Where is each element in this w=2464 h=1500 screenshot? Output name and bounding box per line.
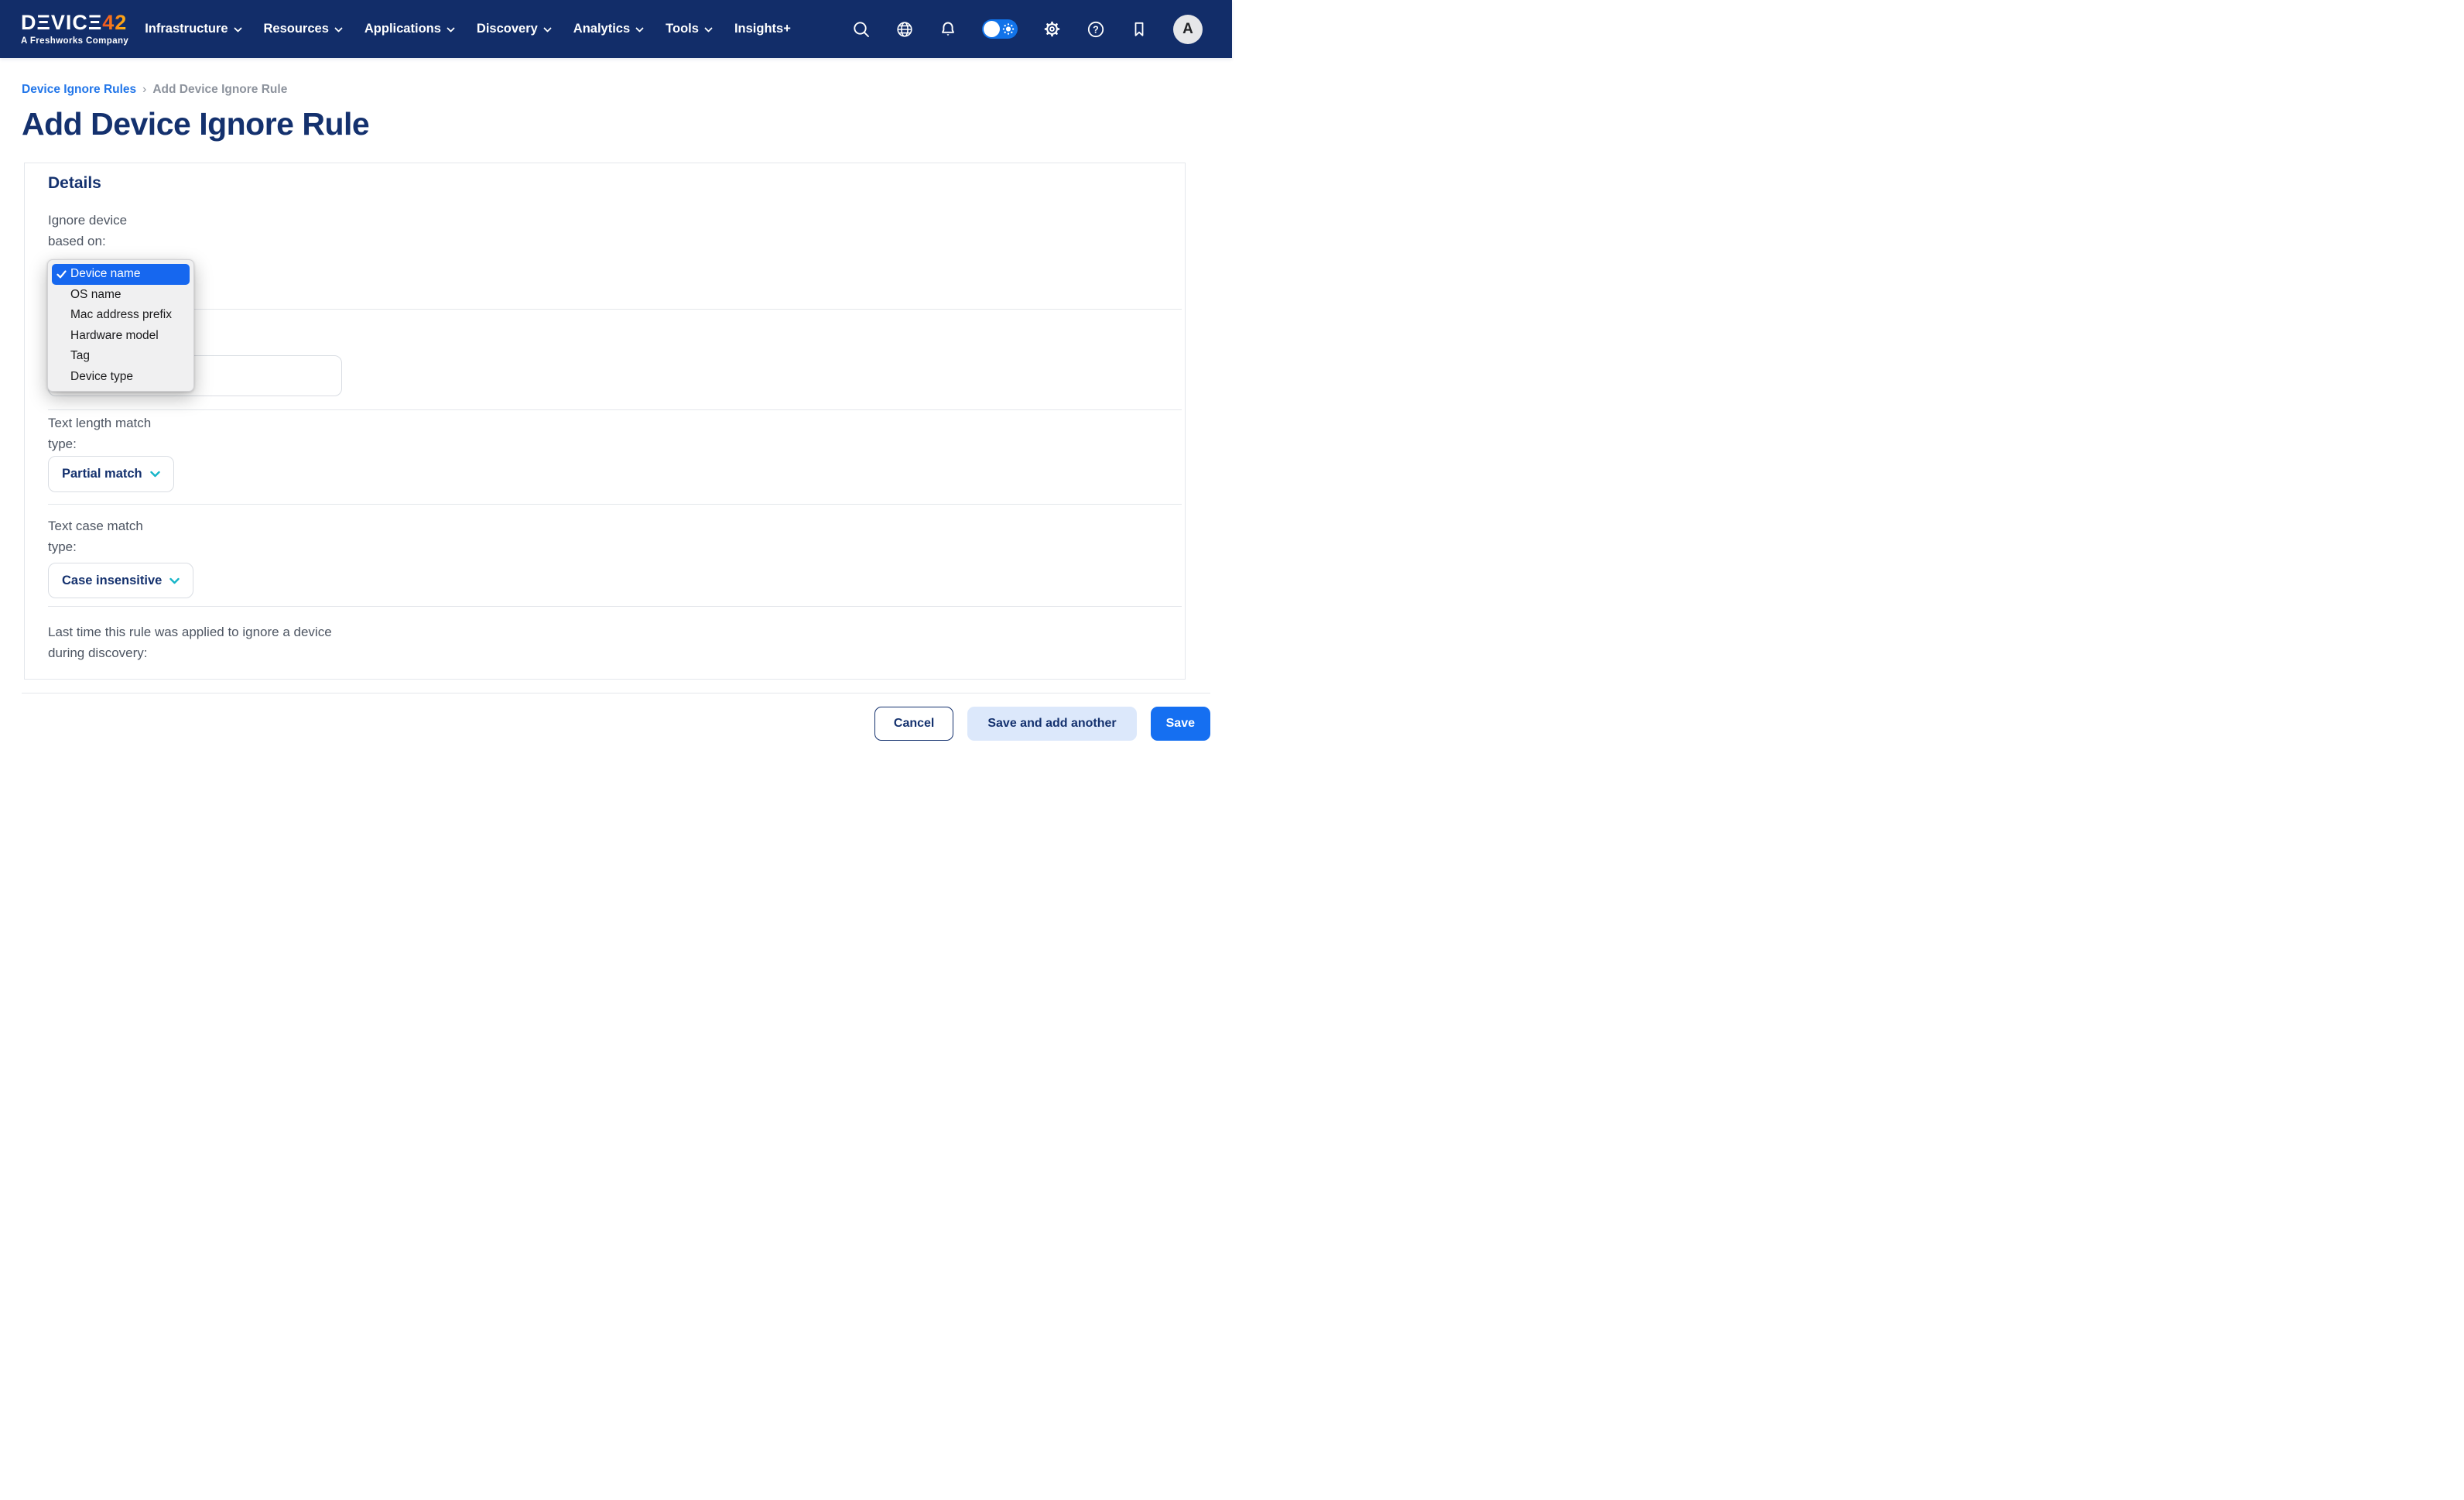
ignore-device-based-on-label: Ignore device based on: [48, 210, 127, 252]
search-icon[interactable] [852, 20, 871, 39]
logo-subtitle: A Freshworks Company [21, 37, 128, 46]
avatar[interactable]: A [1173, 15, 1203, 44]
breadcrumb-separator: › [142, 83, 146, 97]
section-title: Details [48, 174, 101, 193]
footer-actions: Cancel Save and add another Save [874, 707, 1210, 741]
bookmark-icon[interactable] [1130, 20, 1148, 39]
nav-item-resources[interactable]: Resources [264, 22, 343, 36]
nav-item-tools[interactable]: Tools [666, 22, 713, 36]
page-title: Add Device Ignore Rule [22, 106, 1210, 142]
dropdown-option-os-name[interactable]: OS name [52, 285, 190, 306]
breadcrumb-current: Add Device Ignore Rule [152, 83, 287, 97]
main-nav: Infrastructure Resources Applications Di… [145, 22, 791, 36]
chevron-down-icon [543, 27, 552, 33]
save-button[interactable]: Save [1151, 707, 1210, 741]
nav-item-analytics[interactable]: Analytics [573, 22, 644, 36]
dropdown-option-hardware-model[interactable]: Hardware model [52, 326, 190, 347]
text-case-match-type-label: Text case match type: [48, 515, 143, 557]
dropdown-option-mac-address-prefix[interactable]: Mac address prefix [52, 305, 190, 326]
svg-text:?: ? [1093, 24, 1099, 35]
notifications-bell-icon[interactable] [939, 20, 957, 39]
text-length-match-type-label: Text length match type: [48, 413, 151, 454]
save-and-add-another-button[interactable]: Save and add another [967, 707, 1136, 741]
chevron-down-icon [169, 577, 180, 584]
globe-icon[interactable] [895, 20, 914, 39]
row-divider [48, 504, 1182, 505]
dropdown-option-device-type[interactable]: Device type [52, 367, 190, 388]
chevron-down-icon [635, 27, 644, 33]
breadcrumb: Device Ignore Rules › Add Device Ignore … [22, 83, 1210, 97]
text-case-match-select[interactable]: Case insensitive [48, 563, 193, 598]
row-divider [48, 309, 1182, 310]
cancel-button[interactable]: Cancel [874, 707, 953, 741]
theme-toggle-switch[interactable] [982, 19, 1018, 39]
chevron-down-icon [447, 27, 455, 33]
dropdown-option-device-name[interactable]: Device name [52, 264, 190, 285]
help-icon[interactable]: ? [1087, 20, 1105, 39]
logo-text: DΞVICΞ42 [21, 12, 128, 33]
text-length-match-select[interactable]: Partial match [48, 456, 174, 492]
sun-icon [982, 19, 1018, 39]
nav-item-insights[interactable]: Insights+ [734, 22, 791, 36]
nav-item-applications[interactable]: Applications [364, 22, 455, 36]
chevron-down-icon [150, 471, 160, 478]
breadcrumb-link-device-ignore-rules[interactable]: Device Ignore Rules [22, 83, 136, 97]
top-navbar: DΞVICΞ42 A Freshworks Company Infrastruc… [0, 0, 1232, 58]
checkmark-icon [56, 270, 67, 279]
settings-gear-icon[interactable] [1042, 19, 1062, 39]
chevron-down-icon [704, 27, 713, 33]
chevron-down-icon [334, 27, 343, 33]
last-applied-label: Last time this rule was applied to ignor… [48, 622, 332, 663]
details-card: Details Ignore device based on: Text len… [24, 163, 1186, 680]
dropdown-option-tag[interactable]: Tag [52, 346, 190, 367]
nav-item-infrastructure[interactable]: Infrastructure [145, 22, 241, 36]
device42-logo[interactable]: DΞVICΞ42 A Freshworks Company [21, 12, 128, 46]
navbar-icon-cluster: ? A [852, 15, 1203, 44]
nav-item-discovery[interactable]: Discovery [477, 22, 552, 36]
row-divider [48, 409, 1182, 410]
ignore-based-on-dropdown-popup: Device name OS name Mac address prefix H… [47, 259, 194, 392]
chevron-down-icon [234, 27, 242, 33]
row-divider [48, 606, 1182, 607]
